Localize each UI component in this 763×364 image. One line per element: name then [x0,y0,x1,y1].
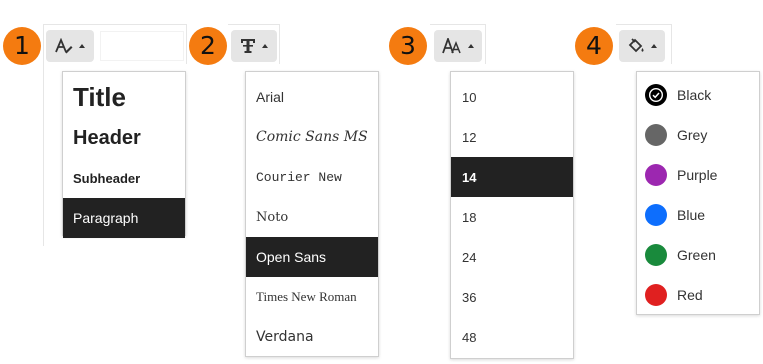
color-item-black[interactable]: Black [637,75,759,115]
text-style-icon [55,38,73,54]
color-label-black: Black [677,87,712,103]
menu-item-arial[interactable]: Arial [246,77,378,117]
menu-item-size-36[interactable]: 36 [451,277,573,317]
color-item-purple[interactable]: Purple [637,155,759,195]
font-family-button[interactable] [231,30,277,62]
color-label-purple: Purple [677,167,718,183]
menu-item-title[interactable]: Title [63,72,185,118]
menu-item-size-12[interactable]: 12 [451,117,573,157]
menu-item-size-48[interactable]: 48 [451,317,573,357]
toolbar-divider [43,24,44,246]
color-label-red: Red [677,287,703,303]
toolbar-input[interactable] [100,31,184,61]
menu-item-size-14[interactable]: 14 [451,157,573,197]
step-badge-4: 4 [575,27,613,65]
menu-item-size-24[interactable]: 24 [451,237,573,277]
color-label-blue: Blue [677,207,706,223]
color-item-green[interactable]: Green [637,235,759,275]
menu-item-verdana[interactable]: Verdana [246,317,378,357]
color-swatch-green [645,244,667,266]
block-style-button[interactable] [46,30,94,62]
chevron-down-icon [79,44,85,48]
color-item-blue[interactable]: Blue [637,195,759,235]
menu-item-open-sans[interactable]: Open Sans [246,237,378,277]
color-swatch-black [645,84,667,106]
menu-item-times-new-roman[interactable]: Times New Roman [246,277,378,317]
step-badge-1: 1 [3,27,41,65]
color-label-green: Green [677,247,716,263]
menu-item-size-18[interactable]: 18 [451,197,573,237]
font-family-icon [240,38,256,54]
paint-bucket-icon [627,38,645,54]
block-style-menu: Title Header Subheader Paragraph [62,71,186,238]
menu-item-courier-new[interactable]: Courier New [246,157,378,197]
menu-item-noto[interactable]: Noto [246,197,378,237]
font-size-button[interactable] [434,30,482,62]
font-size-menu: 10 12 14 18 24 36 48 [450,71,574,359]
color-label-grey: Grey [677,127,708,143]
color-swatch-grey [645,124,667,146]
color-item-grey[interactable]: Grey [637,115,759,155]
menu-item-subheader[interactable]: Subheader [63,158,185,198]
color-item-red[interactable]: Red [637,275,759,315]
color-swatch-blue [645,204,667,226]
chevron-down-icon [468,44,474,48]
step-badge-2: 2 [189,27,227,65]
check-circle-icon [648,87,664,103]
menu-item-comic-sans[interactable]: Comic Sans MS [246,117,378,157]
step-badge-3: 3 [389,27,427,65]
font-size-icon [442,38,462,54]
color-swatch-purple [645,164,667,186]
color-swatch-red [645,284,667,306]
menu-item-size-10[interactable]: 10 [451,77,573,117]
font-family-menu: Arial Comic Sans MS Courier New Noto Ope… [245,71,379,357]
chevron-down-icon [262,44,268,48]
chevron-down-icon [651,44,657,48]
menu-item-paragraph[interactable]: Paragraph [63,198,185,238]
text-color-button[interactable] [619,30,665,62]
menu-item-header[interactable]: Header [63,118,185,158]
text-color-menu: Black Grey Purple Blue Green Red [636,71,760,315]
